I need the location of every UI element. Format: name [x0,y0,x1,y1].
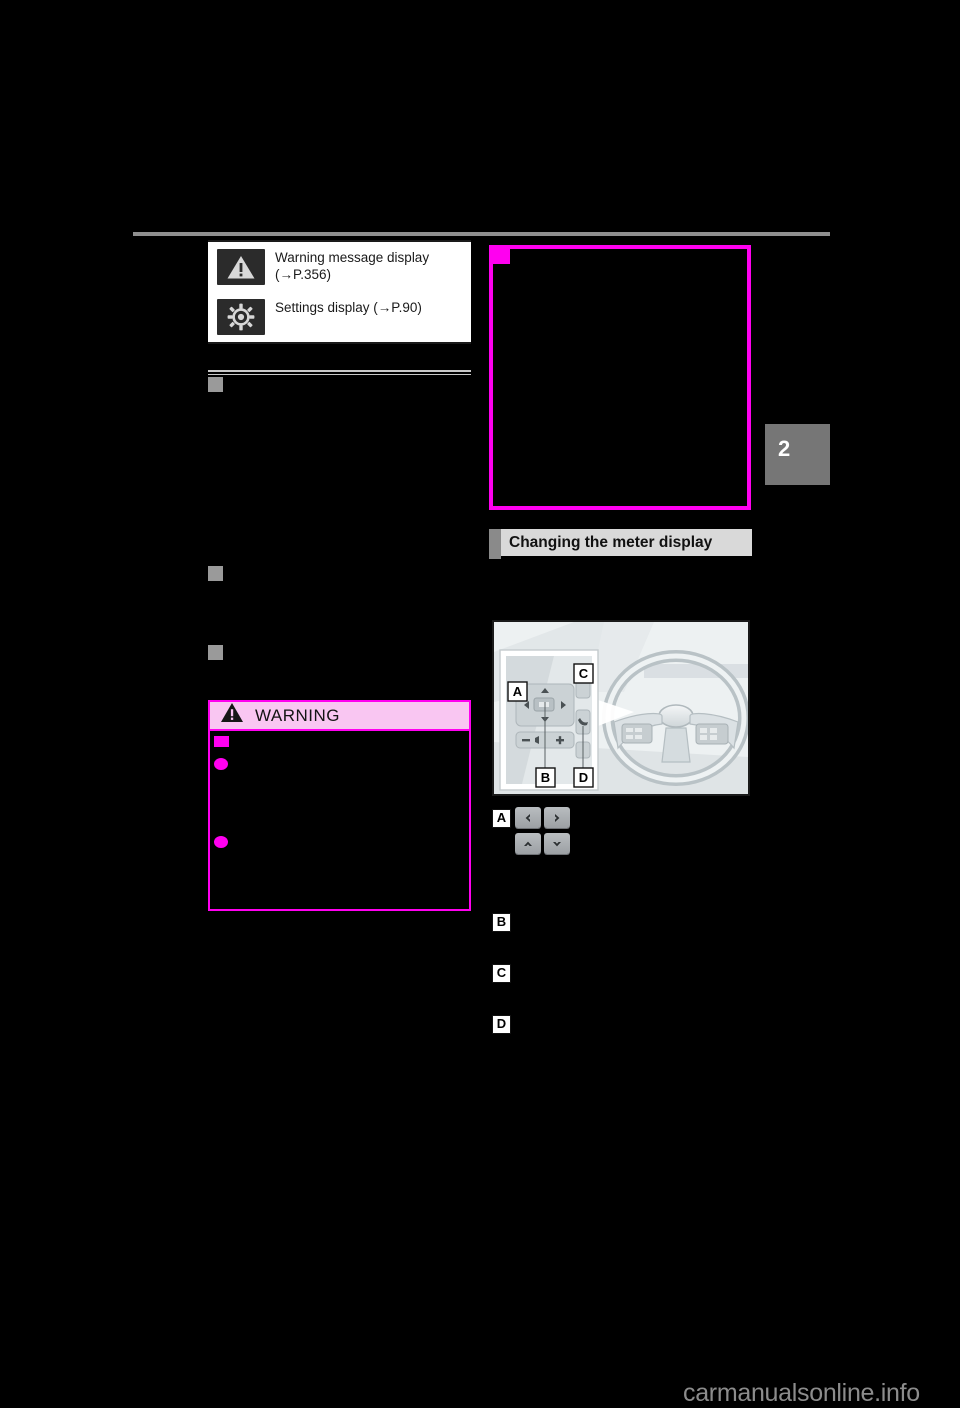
warning-triangle-icon [220,702,244,728]
redacted-text-block [572,805,752,900]
warning-box: WARNING [208,700,471,911]
callout-letter-b: B [492,913,511,932]
callout-letter-d: D [492,1015,511,1034]
section-marker-icon [208,645,223,660]
redacted-text-block [515,962,752,1000]
warning-body [208,731,471,911]
chapter-number: 2 [778,436,791,461]
warning-bullet-dot [214,836,228,848]
svg-text:A: A [513,684,523,699]
section-bar-label: Changing the meter display [509,533,713,551]
redacted-text-block [208,395,471,557]
callout-letter-a: A [492,809,511,828]
right-arrow-key-icon [544,807,570,828]
table-cell-label: Warning message display (→P.356) [275,250,430,282]
warning-triangle-icon [217,249,265,285]
gear-settings-icon [217,299,265,335]
section-divider [208,370,471,375]
section-marker-icon [208,377,223,392]
warning-title: WARNING [255,705,341,725]
up-arrow-key-icon [515,833,541,854]
svg-text:D: D [579,770,588,785]
chapter-tab: 2 [765,424,830,485]
left-arrow-key-icon [515,807,541,828]
svg-text:C: C [579,666,589,681]
redacted-text-block [208,584,471,642]
warning-bullet-square [214,736,229,747]
table-row: Settings display (→P.90) [208,292,471,342]
redacted-text-block [208,663,471,695]
section-bar-knob [489,529,501,559]
down-arrow-key-icon [544,833,570,854]
section-marker-icon [208,566,223,581]
warning-header: WARNING [208,700,471,731]
warning-bullet-dot [214,758,228,770]
meter-display-figure [489,245,751,510]
table-cell-label: Settings display (→P.90) [275,300,422,315]
section-heading-3 [208,645,229,660]
figure-corner-marker [493,249,510,264]
steering-wheel-switch-photo: A B C D [492,620,750,796]
svg-text:B: B [541,770,550,785]
section-bar: Changing the meter display [501,529,752,556]
header-rule [133,232,830,236]
section-heading-2 [208,566,229,581]
redacted-text-block [515,1013,752,1051]
manual-page: 2 Warning message display (→P.356) Setti… [0,0,960,1407]
callout-letter-c: C [492,964,511,983]
redacted-text-block [515,911,752,949]
icon-reference-table: Warning message display (→P.356) Setting… [208,240,471,344]
section-bar-heading: Changing the meter display [489,529,752,559]
site-watermark: carmanualsonline.info [683,1379,920,1407]
section-heading-1 [208,377,229,392]
table-row: Warning message display (→P.356) [208,242,471,292]
